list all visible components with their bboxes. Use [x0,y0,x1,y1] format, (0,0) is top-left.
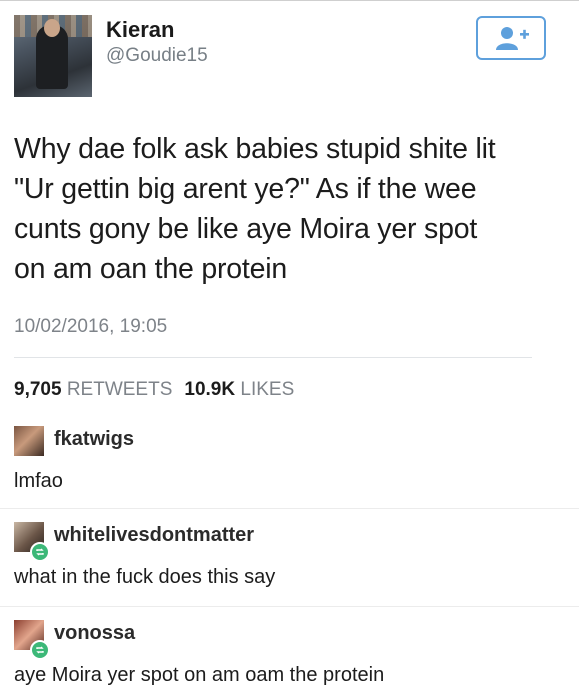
follow-button[interactable] [476,16,546,60]
tweet-text-line: Why dae folk ask babies stupid shite lit [14,133,496,165]
list-item: whitelivesdontmatter what in the fuck do… [0,510,579,606]
list-item: vonossa aye Moira yer spot on am oam the… [0,608,579,690]
tweet-text-line: on am oan the protein [14,253,288,285]
retweets-count: 9,705 [14,379,62,400]
divider [14,357,532,358]
retweets-label: RETWEETS [66,379,173,400]
note-username[interactable]: fkatwigs [54,428,134,451]
display-name[interactable]: Kieran [106,17,174,43]
likes-stat[interactable]: 10.9K LIKES [184,379,294,400]
list-item: fkatwigs lmfao [0,414,579,510]
user-handle[interactable]: @Goudie15 [106,45,208,67]
note-body: what in the fuck does this say [14,566,276,588]
likes-count: 10.9K [184,379,236,400]
reblog-badge [30,542,50,562]
avatar-head [44,19,60,37]
note-username[interactable]: vonossa [54,622,135,645]
reblog-icon [36,548,44,556]
add-user-icon [496,27,529,50]
note-username[interactable]: whitelivesdontmatter [54,524,254,547]
reblog-badge [30,640,50,660]
tweet-text-line: "Ur gettin big arent ye?" As if the wee [14,173,477,205]
likes-label: LIKES [240,379,295,400]
embedded-tweet: Kieran @Goudie15 Why dae folk ask babies… [0,0,579,415]
tweet-text-line: cunts gony be like aye Moira yer spot [14,213,478,245]
divider [0,606,579,607]
reblog-icon [36,646,44,654]
note-body: aye Moira yer spot on am oam the protein [14,664,385,686]
note-body: lmfao [14,470,63,492]
tweet-timestamp[interactable]: 10/02/2016, 19:05 [14,316,167,338]
profile-avatar[interactable] [14,15,92,97]
avatar[interactable] [14,426,44,456]
tweet-stats: 9,705 RETWEETS 10.9K LIKES [14,379,294,401]
retweets-stat[interactable]: 9,705 RETWEETS [14,379,172,400]
tweet-text: Why dae folk ask babies stupid shite lit… [14,129,554,289]
divider [0,508,579,509]
